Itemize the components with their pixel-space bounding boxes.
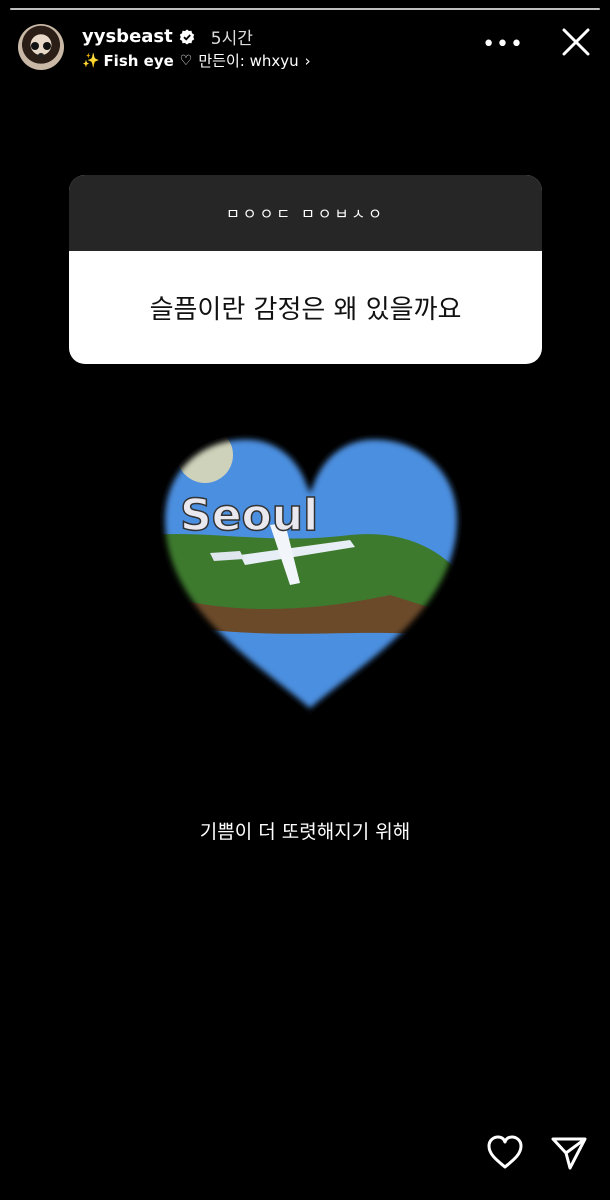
- map-label: Seoul: [180, 490, 318, 541]
- effect-row[interactable]: ✨ Fish eye ♡ 만든이: whxyu ›: [82, 50, 311, 71]
- effect-name[interactable]: Fish eye: [103, 52, 173, 70]
- more-icon[interactable]: •••: [482, 32, 524, 57]
- story-caption: 기쁨이 더 또렷해지기 위해: [199, 821, 411, 843]
- share-icon[interactable]: [550, 1134, 588, 1172]
- progress-segment: [10, 8, 600, 10]
- creator-label[interactable]: 만든이: whxyu: [198, 50, 298, 71]
- sparkle-icon: ✨: [82, 52, 100, 69]
- question-sticker[interactable]: ㅁㅇㅇㄷ ㅁㅇㅂㅅㅇ 슬픔이란 감정은 왜 있을까요: [69, 175, 542, 364]
- question-text: 슬픔이란 감정은 왜 있을까요: [149, 295, 462, 325]
- username[interactable]: yysbeast: [82, 26, 173, 47]
- close-icon[interactable]: [560, 26, 592, 58]
- avatar[interactable]: [18, 24, 64, 70]
- verified-icon: [179, 29, 194, 44]
- story-progress-bar: [10, 8, 600, 11]
- question-prompt: ㅁㅇㅇㄷ ㅁㅇㅂㅅㅇ: [69, 175, 542, 251]
- chevron-right-icon: ›: [304, 51, 311, 70]
- time-ago: 5시간: [210, 29, 253, 49]
- like-icon[interactable]: [486, 1134, 524, 1172]
- heart-photo: Seoul: [154, 429, 468, 722]
- story-header: yysbeast 5시간 ✨ Fish eye ♡ 만든이: whxyu › •…: [18, 22, 592, 74]
- heart-small-icon: ♡: [179, 52, 193, 69]
